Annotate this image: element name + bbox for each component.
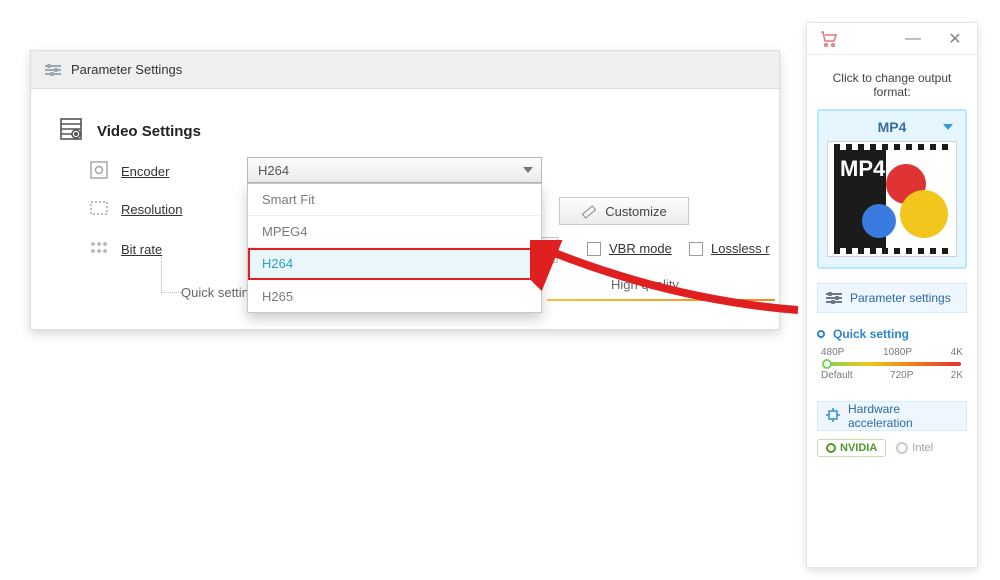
encoder-option-h264[interactable]: H264 [248, 248, 541, 280]
connector-line [161, 257, 183, 293]
encoder-option-h265[interactable]: H265 [248, 280, 541, 312]
chevron-down-icon [523, 167, 533, 173]
film-gear-icon [59, 117, 83, 145]
scale-4k: 4K [951, 347, 963, 358]
scale-track[interactable] [823, 362, 961, 366]
side-panel-titlebar: — ✕ [807, 23, 977, 55]
chevron-down-icon [943, 124, 953, 130]
customize-button[interactable]: Customize [559, 197, 689, 225]
parameter-settings-label: Parameter settings [850, 291, 951, 305]
pencil-icon [581, 204, 595, 218]
quick-setting-title: Quick setting [833, 327, 909, 341]
encoder-icon [89, 161, 109, 182]
dialog-body: Video Settings Encoder Resolution [31, 89, 779, 329]
intel-label: Intel [912, 442, 933, 454]
chip-icon [826, 408, 840, 425]
bitrate-icon [89, 241, 109, 258]
quick-setting-label: Quick setting [181, 285, 256, 300]
video-settings-title: Video Settings [97, 123, 201, 140]
resolution-label: Resolution [121, 202, 182, 217]
output-format-card[interactable]: MP4 MP4 [817, 109, 967, 269]
lossless-label: Lossless r [711, 241, 770, 256]
encoder-option-smart-fit[interactable]: Smart Fit [248, 184, 541, 216]
sliders-icon [45, 64, 61, 76]
hardware-acceleration-label: Hardware acceleration [848, 402, 958, 430]
vbr-mode-checkbox[interactable]: VBR mode [587, 241, 672, 256]
scale-knob[interactable] [822, 359, 832, 369]
encoder-select-value: H264 [258, 163, 289, 178]
encoder-dropdown: Smart Fit MPEG4 H264 H265 [247, 183, 542, 313]
checkbox-box [587, 242, 601, 256]
lossless-checkbox[interactable]: Lossless r [689, 241, 770, 256]
scale-480p: 480P [821, 347, 844, 358]
parameter-settings-dialog: Parameter Settings Video Settings Encode… [30, 50, 780, 330]
minimize-button[interactable]: — [895, 23, 931, 54]
cart-button[interactable] [811, 23, 847, 54]
output-format-name: MP4 [878, 119, 907, 135]
checkbox-box [689, 242, 703, 256]
scale-default: Default [821, 370, 853, 381]
hardware-acceleration-button[interactable]: Hardware acceleration [817, 401, 967, 431]
intel-icon [896, 442, 908, 454]
scale-2k: 2K [951, 370, 963, 381]
vbr-mode-label: VBR mode [609, 241, 672, 256]
quick-setting-heading: Quick setting [817, 327, 967, 341]
resolution-icon [89, 201, 109, 218]
scale-top-labels: 480P 1080P 4K [817, 347, 967, 358]
output-format-hint: Click to change output format: [817, 71, 967, 99]
row-resolution: Resolution [89, 201, 182, 218]
output-format-thumbnail: MP4 [827, 141, 957, 257]
hw-vendors: NVIDIA Intel [817, 439, 967, 457]
scale-1080p: 1080P [883, 347, 912, 358]
bitrate-label: Bit rate [121, 242, 162, 257]
bullet-icon [817, 330, 825, 338]
video-settings-heading: Video Settings [59, 117, 201, 145]
side-panel: — ✕ Click to change output format: MP4 M… [806, 22, 978, 568]
dialog-title-text: Parameter Settings [71, 62, 182, 77]
output-format-head: MP4 [827, 119, 957, 135]
row-bitrate: Bit rate [89, 241, 162, 258]
encoder-label: Encoder [121, 164, 169, 179]
nvidia-label: NVIDIA [840, 442, 877, 454]
quick-setting-scale[interactable]: 480P 1080P 4K Default 720P 2K [817, 347, 967, 391]
scale-720p: 720P [890, 370, 913, 381]
nvidia-icon [826, 443, 836, 453]
thumbnail-text: MP4 [840, 156, 885, 182]
customize-label: Customize [605, 204, 666, 219]
nvidia-badge: NVIDIA [817, 439, 886, 457]
encoder-select[interactable]: H264 [247, 157, 542, 183]
intel-badge: Intel [896, 442, 933, 454]
sliders-icon [826, 292, 842, 304]
encoder-option-mpeg4[interactable]: MPEG4 [248, 216, 541, 248]
high-quality-label: High quality [611, 277, 679, 292]
close-button[interactable]: ✕ [937, 23, 973, 54]
row-encoder: Encoder [89, 161, 169, 182]
scale-bottom-labels: Default 720P 2K [817, 370, 967, 381]
parameter-settings-button[interactable]: Parameter settings [817, 283, 967, 313]
quality-slider-track[interactable] [547, 299, 775, 301]
dialog-titlebar: Parameter Settings [31, 51, 779, 89]
